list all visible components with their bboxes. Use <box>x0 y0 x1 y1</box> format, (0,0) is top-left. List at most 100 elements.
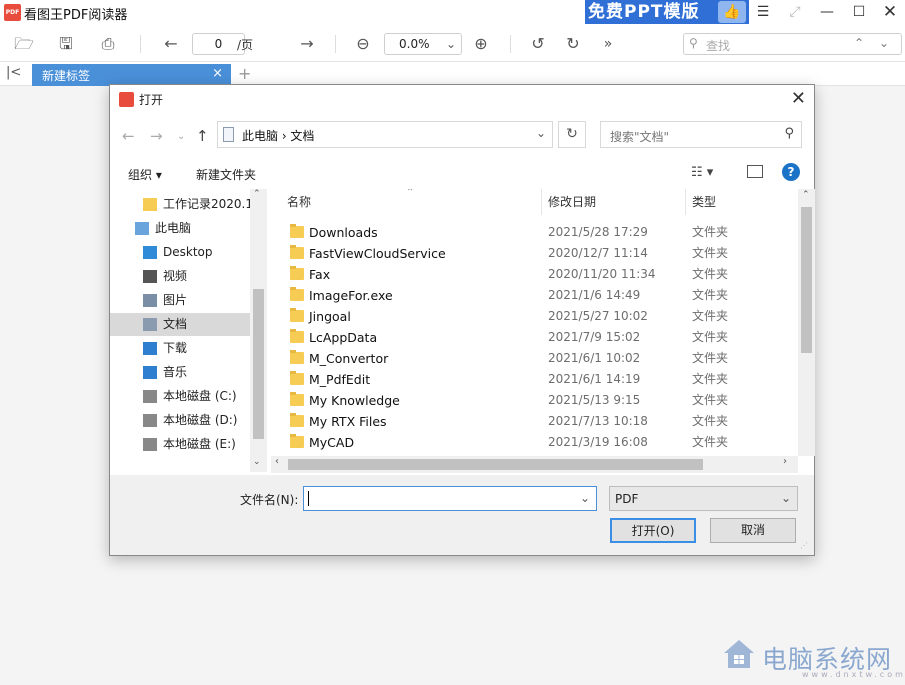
nav-item[interactable]: 本地磁盘 (D:) <box>110 409 250 432</box>
new-folder-button[interactable]: 新建文件夹 <box>196 166 256 183</box>
filename-input[interactable]: ⌄ <box>303 486 597 511</box>
nav-item-label: 工作记录2020.1 <box>163 197 253 211</box>
breadcrumb[interactable]: 此电脑 › 文档 <box>242 127 314 144</box>
forward-icon[interactable]: → <box>150 127 163 145</box>
dialog-search-input[interactable]: 搜索"文档" ⚲ <box>600 121 802 148</box>
file-list-scrollbar[interactable]: ⌃ <box>798 189 815 456</box>
file-row[interactable]: Fax 2020/11/20 11:34 文件夹 <box>271 264 797 285</box>
column-header-date[interactable]: 修改日期 <box>542 189 686 215</box>
back-icon[interactable]: ← <box>122 127 135 145</box>
save-icon[interactable]: 🖫 <box>55 34 77 54</box>
open-folder-icon[interactable]: 🗁 <box>13 34 35 54</box>
maximize-button[interactable]: ☐ <box>844 0 874 24</box>
new-tab-icon[interactable]: + <box>238 64 251 83</box>
fullscreen-icon[interactable]: ⤢ <box>780 0 810 24</box>
refresh-button[interactable]: ↻ <box>558 121 586 148</box>
view-options-icon[interactable]: ☷ ▾ <box>691 165 713 180</box>
nav-item[interactable]: 文档 <box>110 313 250 336</box>
search-prev-icon[interactable]: ⌃ <box>854 36 864 50</box>
title-bar: PDF 看图王PDF阅读器 免费PPT模版 👍 ☰ ⤢ — ☐ ✕ <box>0 0 905 26</box>
minimize-button[interactable]: — <box>812 0 842 24</box>
search-input[interactable]: ⚲ 查找 ⌃ ⌄ <box>683 33 902 55</box>
nav-item[interactable]: 图片 <box>110 289 250 312</box>
scroll-down-icon[interactable]: ⌄ <box>253 457 261 467</box>
tab-close-icon[interactable]: × <box>212 66 223 81</box>
navigation-scrollbar[interactable]: ⌃ ⌄ <box>250 189 267 472</box>
file-row[interactable]: M_Convertor 2021/6/1 10:02 文件夹 <box>271 348 797 369</box>
recent-dropdown-icon[interactable]: ⌄ <box>177 131 185 142</box>
print-icon[interactable]: ⎙ <box>97 34 119 54</box>
previous-page-icon[interactable]: ← <box>160 34 182 54</box>
file-row[interactable]: My Knowledge 2021/5/13 9:15 文件夹 <box>271 390 797 411</box>
zoom-out-icon[interactable]: ⊖ <box>352 34 374 54</box>
video-icon <box>143 270 157 283</box>
next-page-icon[interactable]: → <box>296 34 318 54</box>
toolbar-divider <box>140 35 141 53</box>
scroll-thumb[interactable] <box>288 459 703 470</box>
nav-item[interactable]: 本地磁盘 (E:) <box>110 433 250 456</box>
organize-button[interactable]: 组织 ▾ <box>128 166 162 183</box>
tab-new[interactable]: 新建标签 × <box>32 64 231 86</box>
column-header-name[interactable]: 名称 ⌃ <box>271 189 542 215</box>
scroll-left-icon[interactable]: ‹ <box>275 456 279 467</box>
file-row[interactable]: My RTX Files 2021/7/13 10:18 文件夹 <box>271 411 797 432</box>
file-row[interactable]: Downloads 2021/5/28 17:29 文件夹 <box>271 222 797 243</box>
file-row[interactable]: M_PdfEdit 2021/6/1 14:19 文件夹 <box>271 369 797 390</box>
nav-item[interactable]: Desktop <box>110 241 250 264</box>
up-icon[interactable]: ↑ <box>196 127 209 145</box>
nav-item[interactable]: 音乐 <box>110 361 250 384</box>
horizontal-scrollbar[interactable]: ‹ › <box>271 456 798 473</box>
sidebar-toggle-icon[interactable]: |< <box>6 65 21 80</box>
scroll-up-icon[interactable]: ⌃ <box>253 189 261 199</box>
zoom-select[interactable]: 0.0% ⌄ <box>384 33 462 55</box>
scroll-up-icon[interactable]: ⌃ <box>802 190 810 200</box>
search-next-icon[interactable]: ⌄ <box>879 36 889 50</box>
chevron-down-icon[interactable]: ⌄ <box>580 491 590 505</box>
address-bar[interactable]: 此电脑 › 文档 ⌄ <box>217 121 553 148</box>
resize-grip-icon[interactable]: ⋰ <box>800 541 808 550</box>
nav-item[interactable]: 工作记录2020.1 <box>110 193 253 216</box>
file-name: Downloads <box>309 225 378 240</box>
file-name: M_Convertor <box>309 351 389 366</box>
help-icon[interactable]: ? <box>782 163 800 181</box>
file-row[interactable]: ImageFor.exe 2021/1/6 14:49 文件夹 <box>271 285 797 306</box>
file-date: 2021/5/28 17:29 <box>548 225 648 239</box>
file-type: 文件夹 <box>692 309 729 323</box>
chevron-down-icon: ⌄ <box>445 37 456 51</box>
column-header-type[interactable]: 类型 <box>686 189 797 215</box>
scroll-right-icon[interactable]: › <box>783 456 787 467</box>
dialog-title: 打开 <box>139 93 164 107</box>
file-name: FastViewCloudService <box>309 246 446 261</box>
file-row[interactable]: FastViewCloudService 2020/12/7 11:14 文件夹 <box>271 243 797 264</box>
nav-item[interactable]: 视频 <box>110 265 250 288</box>
nav-item[interactable]: 下载 <box>110 337 250 360</box>
nav-item[interactable]: 此电脑 <box>110 217 250 240</box>
nav-item-label: 图片 <box>163 293 188 307</box>
nav-item[interactable]: 本地磁盘 (C:) <box>110 385 250 408</box>
open-button[interactable]: 打开(O) <box>610 518 696 543</box>
file-row[interactable]: Jingoal 2021/5/27 10:02 文件夹 <box>271 306 797 327</box>
nav-item-label: 文档 <box>163 317 188 331</box>
chevron-down-icon[interactable]: ⌄ <box>536 126 546 140</box>
more-icon[interactable]: » <box>597 34 619 54</box>
nav-item-label: 音乐 <box>163 365 188 379</box>
cancel-button[interactable]: 取消 <box>710 518 796 543</box>
rotate-left-icon[interactable]: ↺ <box>527 34 549 54</box>
preview-pane-icon[interactable] <box>747 165 763 178</box>
file-row[interactable]: LcAppData 2021/7/9 15:02 文件夹 <box>271 327 797 348</box>
zoom-in-icon[interactable]: ⊕ <box>470 34 492 54</box>
close-button[interactable]: ✕ <box>875 0 905 24</box>
desktop-icon <box>143 246 157 259</box>
scroll-thumb[interactable] <box>253 289 264 439</box>
filetype-select[interactable]: PDF ⌄ <box>609 486 798 511</box>
toolbar: 🗁 🖫 ⎙ ← 0 /页 → ⊖ 0.0% ⌄ ⊕ ↺ ↻ » ⚲ 查找 ⌃ ⌄ <box>0 26 905 62</box>
folder-icon <box>290 434 304 448</box>
file-row[interactable]: MyCAD 2021/3/19 16:08 文件夹 <box>271 432 797 453</box>
menu-icon[interactable]: ☰ <box>748 0 778 24</box>
scroll-thumb[interactable] <box>801 207 812 353</box>
rotate-right-icon[interactable]: ↻ <box>562 34 584 54</box>
computer-icon <box>135 222 149 235</box>
dialog-close-icon[interactable]: ✕ <box>791 88 806 109</box>
file-type: 文件夹 <box>692 267 729 281</box>
app-title: 看图王PDF阅读器 <box>24 8 128 23</box>
